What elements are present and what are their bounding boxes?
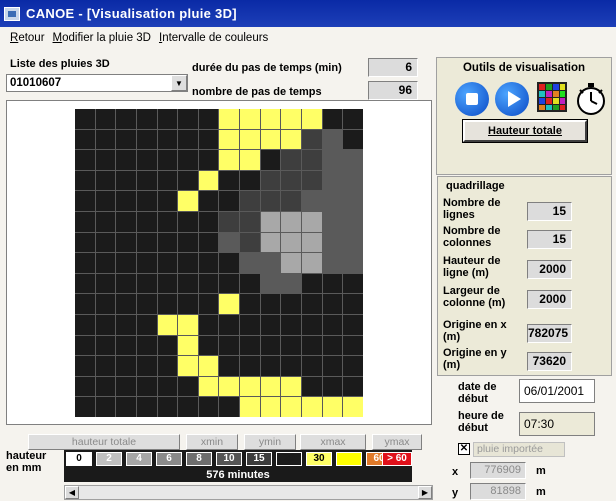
scroll-left-icon[interactable]: ◀ — [65, 486, 79, 499]
quad-field-label: Nombre de colonnes — [443, 225, 501, 249]
hauteur-totale-button[interactable]: Hauteur totale — [462, 119, 588, 143]
app-icon — [4, 6, 20, 21]
color-grid-button[interactable] — [537, 82, 573, 118]
legend-item: 30 — [306, 452, 332, 466]
play-button[interactable] — [495, 82, 531, 118]
menu-bar: Retour Modifier la pluie 3D Intervalle d… — [0, 27, 616, 49]
stop-icon — [455, 82, 489, 116]
duree-value: 6 — [368, 58, 418, 77]
legend-item: 8 — [186, 452, 212, 466]
y-value: 81898 — [470, 483, 526, 500]
heure-label: heure de début — [458, 410, 504, 434]
legend-item: 0 — [66, 452, 92, 466]
stopwatch-icon — [577, 83, 605, 115]
legend-item: 15 — [246, 452, 272, 466]
play-icon — [495, 82, 529, 116]
quad-field-label: Nombre de lignes — [443, 197, 501, 221]
list-label: Liste des pluies 3D — [10, 58, 110, 70]
quad-field-value: 2000 — [527, 290, 572, 309]
axis-xmin[interactable]: xmin — [186, 434, 238, 450]
legend-item: 4 — [126, 452, 152, 466]
tools-panel: Outils de visualisation Hauteur totale — [436, 57, 612, 175]
date-value: 06/01/2001 — [519, 379, 595, 403]
tools-title: Outils de visualisation — [462, 62, 586, 74]
duree-label: durée du pas de temps (min) — [192, 62, 342, 74]
stopwatch-button[interactable] — [575, 82, 611, 118]
menu-modifier-pluie[interactable]: Modifier la pluie 3D — [53, 32, 151, 44]
heure-value: 07:30 — [519, 412, 595, 436]
time-label: 576 minutes — [64, 468, 412, 482]
quad-field-label: Origine en y (m) — [443, 347, 507, 371]
time-scrollbar[interactable]: ◀ ▶ — [64, 485, 433, 500]
scroll-right-icon[interactable]: ▶ — [418, 486, 432, 499]
rain-select[interactable]: 01010607 ▼ — [6, 74, 188, 92]
quad-field-label: Origine en x (m) — [443, 319, 507, 343]
legend-item: 6 — [156, 452, 182, 466]
quad-field-value: 2000 — [527, 260, 572, 279]
axis-hauteur-totale[interactable]: hauteur totale — [28, 434, 180, 450]
quadrillage-title: quadrillage — [446, 180, 505, 192]
date-label: date de début — [458, 381, 497, 405]
y-label: y — [452, 487, 459, 499]
quad-field-value: 15 — [527, 202, 572, 221]
pluie-importee-checkbox[interactable]: ✕ — [458, 443, 470, 455]
quad-field-value: 15 — [527, 230, 572, 249]
legend-item: > 60 — [382, 452, 412, 466]
quad-field-value: 782075 — [527, 324, 572, 343]
window-title: CANOE - [Visualisation pluie 3D] — [26, 6, 237, 21]
x-value: 776909 — [470, 462, 526, 479]
x-unit: m — [536, 465, 546, 477]
menu-intervalle-couleurs[interactable]: Intervalle de couleurs — [159, 32, 268, 44]
axis-ymax[interactable]: ymax — [372, 434, 422, 450]
legend-item: 20 — [276, 452, 302, 466]
axis-ymin[interactable]: ymin — [244, 434, 296, 450]
rain-select-value: 01010607 — [10, 77, 62, 89]
unit-label: hauteur en mm — [6, 450, 47, 474]
axis-xmax[interactable]: xmax — [300, 434, 366, 450]
title-bar: CANOE - [Visualisation pluie 3D] — [0, 0, 616, 27]
legend-item: 40 — [336, 452, 362, 466]
quad-field-label: Hauteur de ligne (m) — [443, 255, 501, 279]
rain-grid — [75, 109, 363, 417]
legend-item: 2 — [96, 452, 122, 466]
color-grid-icon — [537, 82, 567, 112]
quad-field-value: 73620 — [527, 352, 572, 371]
chevron-down-icon[interactable]: ▼ — [171, 75, 187, 91]
x-label: x — [452, 466, 459, 478]
y-unit: m — [536, 486, 546, 498]
pluie-importee-label: pluie importée — [473, 442, 565, 457]
nombre-value: 96 — [368, 81, 418, 100]
quad-field-label: Largeur de colonne (m) — [443, 285, 506, 309]
legend-item: 10 — [216, 452, 242, 466]
stop-button[interactable] — [455, 82, 491, 118]
menu-retour[interactable]: Retour — [10, 32, 45, 44]
nombre-label: nombre de pas de temps — [192, 86, 322, 98]
rain-grid-panel — [6, 100, 432, 425]
